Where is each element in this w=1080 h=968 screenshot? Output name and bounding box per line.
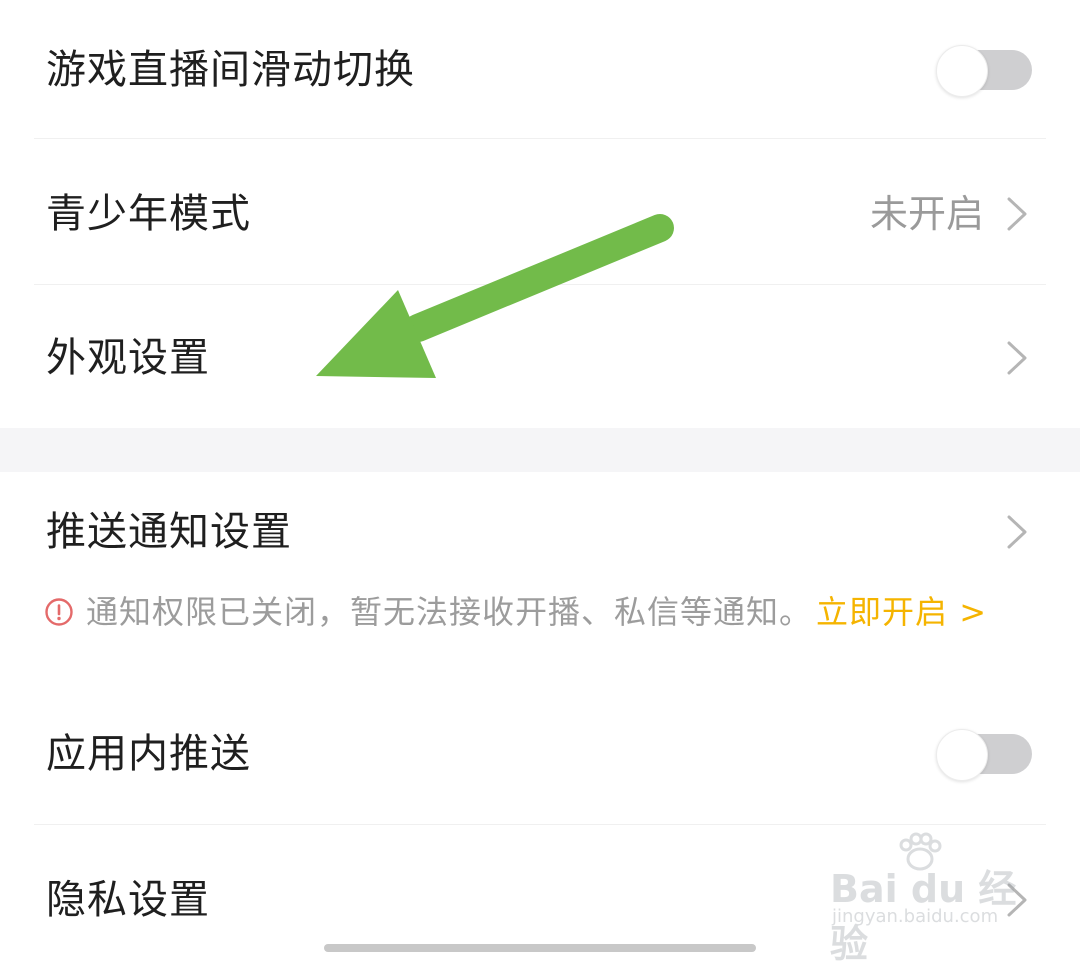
settings-row-in-app-push[interactable]: 应用内推送 [0,728,1080,781]
chevron-right-icon [1007,197,1027,231]
settings-row-label: 游戏直播间滑动切换 [46,47,415,93]
toggle-knob [936,729,988,781]
home-indicator-bar [324,944,756,952]
settings-row-label: 应用内推送 [46,731,251,777]
settings-row-teen-mode[interactable]: 青少年模式 未开启 [0,188,1080,240]
baidu-jingyan-watermark: Bai du 经验 jingyan.baidu.com [826,832,1036,966]
enable-notifications-link[interactable]: 立即开启 > [816,592,987,632]
toggle-knob [936,45,988,97]
game-live-swipe-toggle[interactable] [936,45,1032,97]
settings-row-push-notification[interactable]: 推送通知设置 [0,506,1080,558]
watermark-url: jingyan.baidu.com [832,906,999,927]
notification-permission-warning: 通知权限已关闭，暂无法接收开播、私信等通知。 立即开启 > [44,592,1064,632]
row-divider [34,138,1046,139]
settings-row-label: 推送通知设置 [46,509,292,555]
chevron-right-icon [1007,341,1027,375]
settings-row-label: 隐私设置 [46,877,210,923]
settings-row-game-live-swipe[interactable]: 游戏直播间滑动切换 [0,44,1080,97]
in-app-push-toggle[interactable] [936,729,1032,781]
warning-circle-icon [45,598,73,626]
settings-row-appearance[interactable]: 外观设置 [0,332,1080,384]
row-divider [34,284,1046,285]
chevron-right-icon [1007,515,1027,549]
settings-row-label: 外观设置 [46,335,210,381]
teen-mode-status: 未开启 [869,192,984,236]
notification-warning-text: 通知权限已关闭，暂无法接收开播、私信等通知。 [86,593,813,631]
green-arrow-icon [316,214,674,378]
row-divider [34,824,1046,825]
settings-row-label: 青少年模式 [46,191,251,237]
section-separator [0,428,1080,472]
